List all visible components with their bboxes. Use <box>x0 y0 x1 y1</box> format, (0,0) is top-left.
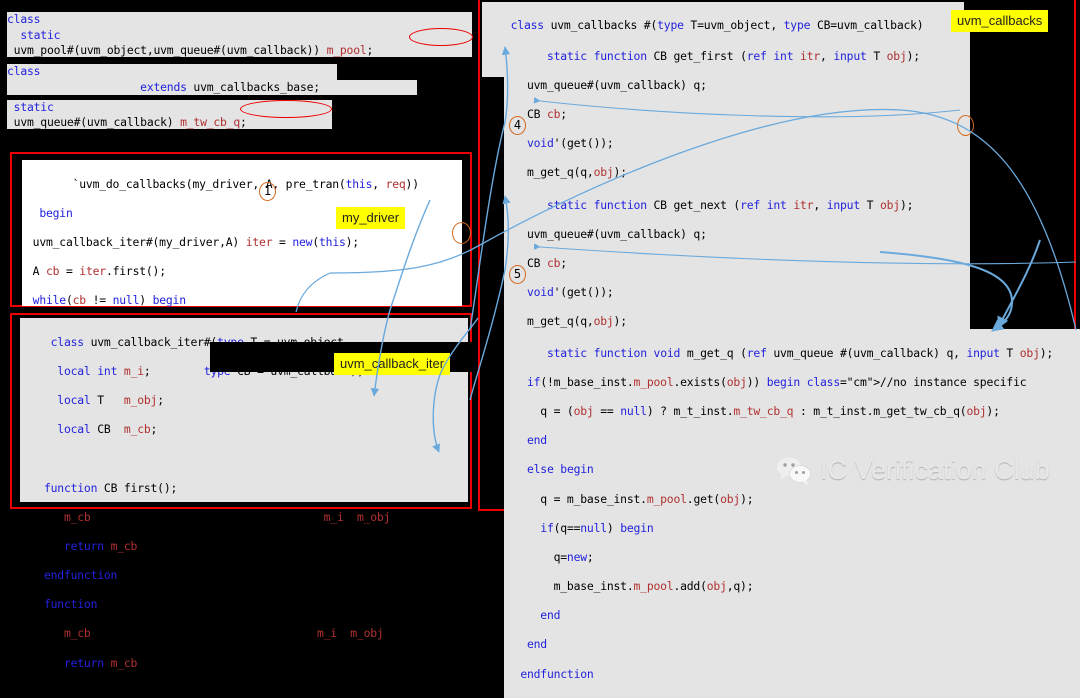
m-get-q-l1: if(!m_base_inst.m_pool.exists(obj)) begi… <box>526 374 1027 389</box>
get-first-l0: static function CB get_first (ref int it… <box>546 48 920 63</box>
ellipse-m-pool <box>409 28 473 46</box>
iter-l8: endfunction <box>43 568 118 583</box>
iter-l6: m_cb = uvm_callbacks#(T,CB)::get_first(m… <box>63 509 404 524</box>
get-first-l3: void'(get()); <box>526 136 614 151</box>
do-callbacks-l3: A cb = iter.first(); <box>26 264 166 279</box>
get-next-l4: m_get_q(q,obj); <box>507 314 627 329</box>
annotation-circle-1: 1 <box>259 182 276 201</box>
code-block-m-get-q: static function void m_get_q (ref uvm_qu… <box>504 329 1080 698</box>
m-get-q-l4: else begin <box>526 462 594 477</box>
m-get-q-l9: end <box>540 608 561 623</box>
iter-l9: function CB next(); <box>43 597 171 612</box>
code-line-extends-base: extends uvm_callbacks_base; <box>7 80 417 95</box>
m-get-q-l2: q = (obj == null) ? m_t_inst.m_tw_cb_q :… <box>507 403 1000 418</box>
do-callbacks-l1: begin <box>39 205 73 220</box>
code-block-do-callbacks: `uvm_do_callbacks(my_driver, A, pre_tran… <box>22 160 462 453</box>
iter-l10: m_cb = uvm_callbacks#(T,CB)::get_next(m_… <box>63 626 397 641</box>
watermark-text: IC Verification Club <box>820 455 1050 485</box>
do-callbacks-l0: `uvm_do_callbacks(my_driver, A, pre_tran… <box>52 176 419 191</box>
m-get-q-l5: q = m_base_inst.m_pool.get(obj); <box>507 491 754 506</box>
iter-l2: local T m_obj; <box>57 392 164 407</box>
ellipse-m-tw-cb-q <box>240 100 332 118</box>
get-first-l4: m_get_q(q,obj); <box>507 165 627 180</box>
m-get-q-l3: end <box>526 433 547 448</box>
watermark: IC Verification Club <box>775 455 1050 486</box>
m-get-q-l10: end <box>526 637 547 652</box>
label-my-driver: my_driver <box>336 207 406 229</box>
m-get-q-l7: q=new; <box>507 549 594 564</box>
code-line-m-pool: static uvm_pool#(uvm_object,uvm_queue#(u… <box>7 28 472 58</box>
m-get-q-l0: static function void m_get_q (ref uvm_qu… <box>546 345 1054 360</box>
iter-l3: local CB m_cb; <box>57 422 158 437</box>
iter-l7: return m_cb; <box>63 538 144 553</box>
get-first-l1: uvm_queue#(uvm_callback) q; <box>507 77 707 92</box>
get-next-l0: static function CB get_next (ref int itr… <box>546 197 914 212</box>
cb-hdr-l0: class uvm_callbacks #(type T=uvm_object,… <box>510 17 924 32</box>
iter-l5: function CB first(); <box>43 480 178 495</box>
annotation-circle-4: 4 <box>509 116 526 135</box>
do-callbacks-l4: while(cb != null) begin <box>32 293 186 308</box>
label-uvm-callback-iter: uvm_callback_iter <box>334 353 451 375</box>
iter-l11: return m_cb; <box>63 655 144 670</box>
get-next-l1: uvm_queue#(uvm_callback) q; <box>507 226 707 241</box>
do-callbacks-l2: uvm_callback_iter#(my_driver,A) iter = n… <box>26 234 360 249</box>
m-get-q-l11: endfunction <box>520 666 594 681</box>
get-next-l3: void'(get()); <box>526 285 614 300</box>
m-get-q-l6: if(q==null) begin <box>540 520 654 535</box>
m-get-q-l8: m_base_inst.m_pool.add(obj,q); <box>507 579 754 594</box>
wechat-logo-icon <box>775 456 813 486</box>
annotation-circle-marker-right <box>957 115 974 136</box>
annotation-circle-marker-left <box>452 222 471 244</box>
label-uvm-callbacks: uvm_callbacks <box>951 10 1049 32</box>
annotation-circle-5: 5 <box>509 265 526 284</box>
slide-canvas: class uvm_callbacks_base extends uvm_obj… <box>0 0 1080 698</box>
